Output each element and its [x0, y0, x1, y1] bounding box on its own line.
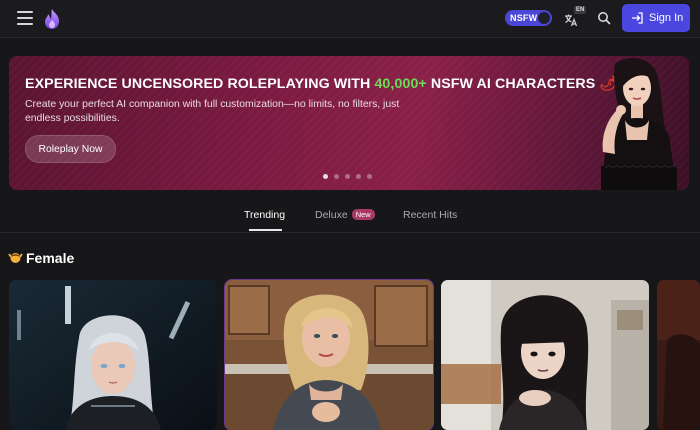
hero-title-highlight: 40,000+	[374, 76, 427, 92]
menu-icon[interactable]	[17, 11, 33, 25]
hero-title: EXPERIENCE UNCENSORED ROLEPLAYING WITH 4…	[25, 76, 618, 92]
carousel-dot[interactable]	[356, 174, 361, 179]
sign-in-label: Sign In	[649, 12, 684, 24]
character-image	[657, 280, 700, 430]
toggle-knob	[538, 12, 550, 24]
tabs-divider	[0, 232, 700, 233]
carousel-dot[interactable]	[345, 174, 350, 179]
character-card[interactable]	[657, 280, 700, 430]
hero-banner[interactable]: EXPERIENCE UNCENSORED ROLEPLAYING WITH 4…	[9, 56, 689, 190]
nsfw-toggle-label: NSFW	[510, 13, 538, 23]
character-image	[225, 280, 433, 430]
new-badge: New	[351, 209, 375, 220]
language-button[interactable]: EN	[564, 6, 587, 28]
language-tag: EN	[574, 6, 587, 14]
category-tabs: Trending Deluxe New Recent Hits	[0, 205, 700, 233]
nsfw-toggle[interactable]: NSFW	[505, 10, 552, 26]
active-tab-indicator	[249, 229, 282, 231]
roleplay-now-button[interactable]: Roleplay Now	[25, 135, 116, 163]
translate-icon	[565, 14, 578, 27]
carousel-dots	[323, 174, 372, 179]
person-gesturing-ok-icon	[8, 250, 23, 265]
character-image	[441, 280, 649, 430]
carousel-dot[interactable]	[334, 174, 339, 179]
character-image	[9, 280, 217, 430]
carousel-dot[interactable]	[367, 174, 372, 179]
top-bar: NSFW EN Sign In	[0, 0, 700, 38]
section-title: Female	[8, 250, 74, 266]
tab-recent-hits[interactable]: Recent Hits	[403, 209, 457, 221]
sign-in-button[interactable]: Sign In	[622, 4, 690, 32]
hero-character-image	[577, 56, 689, 190]
tab-trending[interactable]: Trending	[244, 209, 285, 221]
character-card[interactable]	[9, 280, 217, 430]
search-icon[interactable]	[597, 11, 611, 25]
hero-description: Create your perfect AI companion with fu…	[25, 99, 400, 124]
roleplay-now-label: Roleplay Now	[38, 144, 103, 155]
sign-in-icon	[632, 12, 643, 24]
carousel-dot[interactable]	[323, 174, 328, 179]
logo-flame-icon[interactable]	[42, 8, 62, 30]
character-card[interactable]	[441, 280, 649, 430]
character-card[interactable]	[224, 279, 434, 430]
tab-deluxe[interactable]: Deluxe New	[315, 209, 375, 221]
